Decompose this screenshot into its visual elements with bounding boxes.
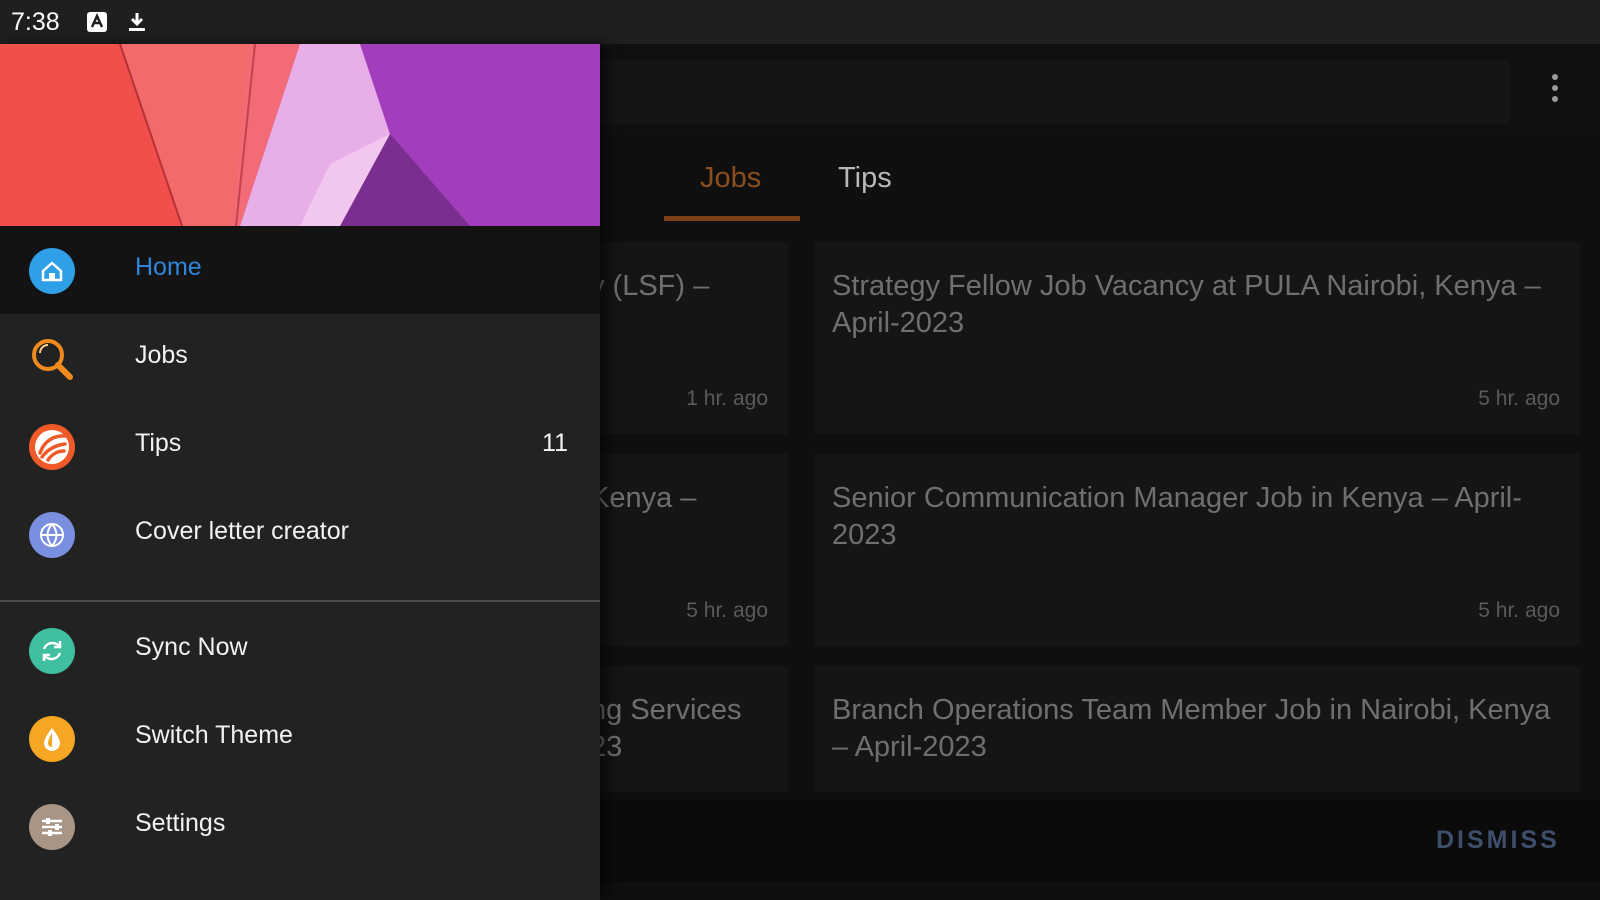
job-card[interactable]: Senior Communication Manager Job in Keny… bbox=[814, 454, 1580, 646]
tips-count-badge: 11 bbox=[542, 429, 568, 457]
drawer-divider bbox=[0, 600, 600, 602]
download-icon bbox=[129, 13, 145, 31]
tab-tips[interactable]: Tips bbox=[838, 162, 892, 195]
job-time: 1 hr. ago bbox=[686, 387, 768, 410]
tab-jobs[interactable]: Jobs bbox=[700, 162, 761, 195]
theme-icon bbox=[29, 716, 75, 762]
job-card[interactable]: y (LSF) – 1 hr. ago bbox=[590, 242, 788, 434]
drawer-item-label: Sync Now bbox=[135, 633, 248, 661]
job-card[interactable]: Kenya – 5 hr. ago bbox=[590, 454, 788, 646]
drawer-item-tips[interactable]: Tips 11 bbox=[0, 402, 600, 490]
sync-icon bbox=[29, 628, 75, 674]
job-title: Senior Communication Manager Job in Keny… bbox=[832, 482, 1522, 551]
job-time: 5 hr. ago bbox=[686, 599, 768, 622]
more-options-icon[interactable] bbox=[1548, 74, 1562, 110]
settings-icon bbox=[29, 804, 75, 850]
tab-indicator bbox=[664, 216, 800, 221]
job-time: 5 hr. ago bbox=[1478, 387, 1560, 410]
drawer-item-home[interactable]: Home bbox=[0, 226, 600, 314]
dismiss-button[interactable]: DISMISS bbox=[1436, 826, 1560, 855]
job-title: Strategy Fellow Job Vacancy at PULA Nair… bbox=[832, 270, 1541, 339]
job-search-icon bbox=[32, 339, 73, 380]
drawer-item-label: Tips bbox=[135, 429, 182, 457]
drawer-item-label: Cover letter creator bbox=[135, 517, 349, 545]
status-time: 7:38 bbox=[11, 8, 60, 36]
globe-icon bbox=[29, 512, 75, 558]
drawer-item-label: Switch Theme bbox=[135, 721, 293, 749]
job-time: 5 hr. ago bbox=[1478, 599, 1560, 622]
job-title: Kenya – bbox=[590, 482, 697, 514]
status-bar: 7:38 bbox=[0, 0, 1600, 44]
app-notification-icon bbox=[87, 12, 107, 32]
drawer-header-image bbox=[0, 44, 600, 226]
job-title: Branch Operations Team Member Job in Nai… bbox=[832, 694, 1551, 763]
drawer-item-settings[interactable]: Settings bbox=[0, 782, 600, 870]
drawer-item-label: Settings bbox=[135, 809, 226, 837]
drawer-item-sync-now[interactable]: Sync Now bbox=[0, 606, 600, 694]
tips-icon bbox=[29, 424, 75, 470]
toolbar-area bbox=[600, 60, 1510, 124]
drawer-item-label: Jobs bbox=[135, 341, 188, 369]
drawer-item-label: Home bbox=[135, 253, 202, 281]
drawer-item-jobs[interactable]: Jobs bbox=[0, 314, 600, 402]
drawer-item-switch-theme[interactable]: Switch Theme bbox=[0, 694, 600, 782]
job-title: ng Services 23 bbox=[590, 694, 742, 763]
drawer-item-cover-letter[interactable]: Cover letter creator bbox=[0, 490, 600, 578]
navigation-drawer: Home Jobs Tips 11 Cover letter creator S… bbox=[0, 44, 600, 900]
job-card[interactable]: ng Services 23 bbox=[590, 666, 788, 792]
job-card[interactable]: Branch Operations Team Member Job in Nai… bbox=[814, 666, 1580, 792]
home-icon bbox=[29, 248, 75, 294]
job-card[interactable]: Strategy Fellow Job Vacancy at PULA Nair… bbox=[814, 242, 1580, 434]
job-title: y (LSF) – bbox=[590, 270, 710, 302]
